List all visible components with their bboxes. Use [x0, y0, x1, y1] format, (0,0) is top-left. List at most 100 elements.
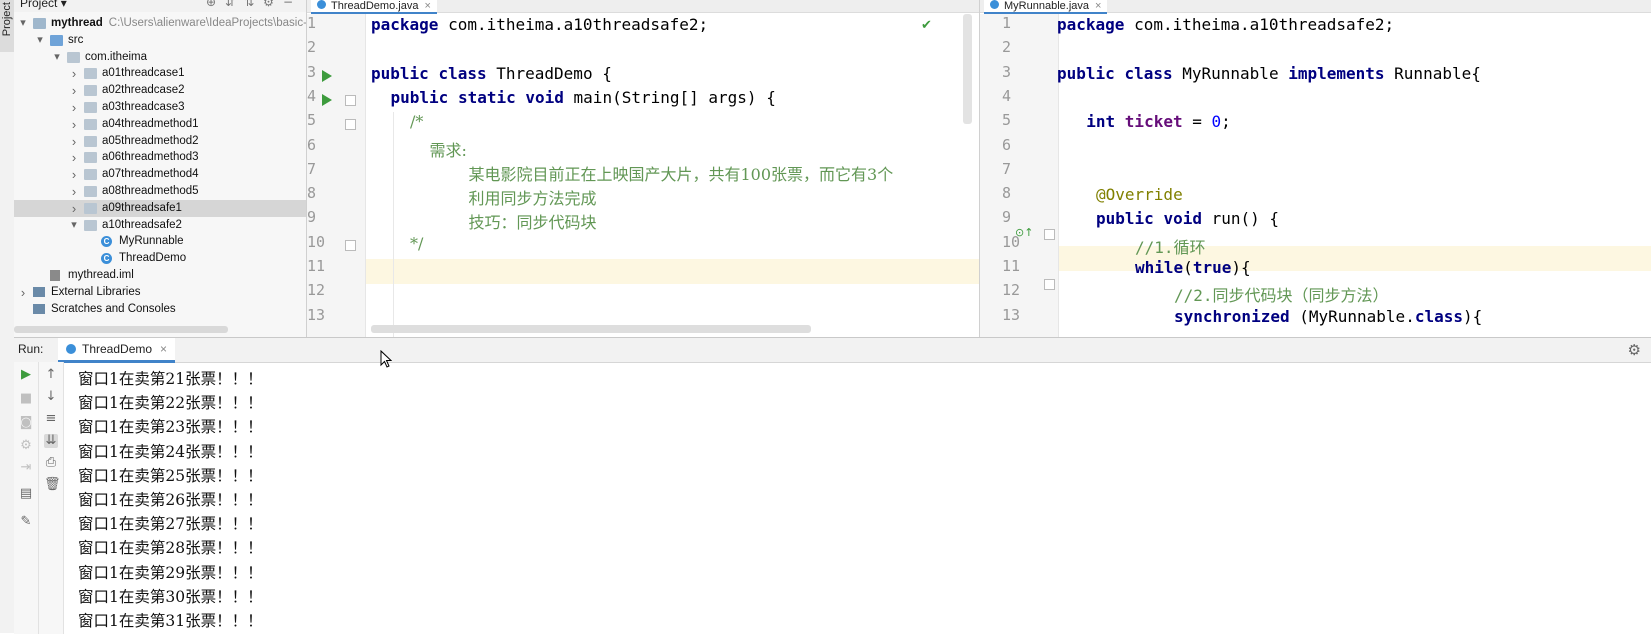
debug-icon[interactable]: ⚙ — [19, 439, 33, 453]
console-output[interactable]: 窗口1在卖第21张票！！！ 窗口1在卖第22张票！！！ 窗口1在卖第23张票！！！ 窗… — [64, 362, 1644, 634]
tree-item[interactable]: › a08threadmethod5 — [14, 183, 306, 200]
tree-item[interactable]: › External Libraries — [14, 284, 306, 301]
line-number: 2 — [307, 38, 317, 57]
rerun-icon[interactable]: ▶ — [19, 368, 33, 382]
project-horizontal-scrollbar[interactable] — [14, 326, 228, 333]
project-tool-window-tab[interactable]: Project — [0, 0, 14, 52]
code-line[interactable]: */ — [410, 234, 423, 253]
hide-icon[interactable]: − — [283, 0, 302, 9]
code-line[interactable]: public void run() { — [1096, 209, 1279, 228]
tree-item[interactable]: › a03threadcase3 — [14, 99, 306, 116]
code-line[interactable]: package com.itheima.a10threadsafe2; — [371, 15, 708, 34]
run-tab-threaddemo[interactable]: ThreadDemo × — [58, 338, 176, 363]
tree-item[interactable]: › a07threadmethod4 — [14, 166, 306, 183]
tree-item[interactable]: › a05threadmethod2 — [14, 133, 306, 150]
close-icon[interactable]: × — [160, 342, 167, 356]
console-line: 窗口1在卖第28张票！！！ — [78, 539, 263, 558]
chevron-right-icon[interactable]: › — [69, 116, 79, 133]
run-main-icon[interactable] — [322, 94, 332, 106]
tree-item[interactable]: › a09threadsafe1 — [14, 199, 306, 217]
inspection-ok-icon[interactable]: ✔ — [921, 18, 932, 33]
chevron-right-icon[interactable]: › — [69, 183, 79, 200]
arrow-up-icon[interactable]: ↑ — [44, 368, 58, 382]
tree-item[interactable]: C MyRunnable — [14, 233, 306, 250]
chevron-down-icon[interactable]: ▾ — [69, 217, 79, 234]
tree-item[interactable]: mythread.iml — [14, 267, 306, 284]
chevron-down-icon[interactable]: ▾ — [52, 49, 62, 66]
tree-item[interactable]: C ThreadDemo — [14, 250, 306, 267]
chevron-right-icon[interactable]: › — [69, 149, 79, 166]
tree-item[interactable]: › a01threadcase1 — [14, 65, 306, 82]
fold-marker[interactable] — [1044, 279, 1055, 290]
exit-icon[interactable]: ⇥ — [19, 461, 33, 475]
run-class-icon[interactable] — [322, 70, 332, 82]
camera-icon[interactable]: ◙ — [19, 416, 33, 430]
gear-icon[interactable]: ⚙ — [263, 0, 283, 9]
tree-item[interactable]: ▾ src — [14, 32, 306, 49]
editor-myrunnable[interactable]: MyRunnable.java × 1 2 3 4 5 6 7 8 9 10 11 12 13 ⊙↑ pa… — [980, 0, 1651, 337]
tree-item[interactable]: › a06threadmethod3 — [14, 149, 306, 166]
code-line[interactable]: @Override — [1096, 185, 1183, 204]
project-header-icons: ⊕⇵⇅⚙− — [206, 0, 302, 9]
fold-marker[interactable] — [345, 119, 356, 130]
scroll-to-end-icon[interactable]: ⇊ — [44, 434, 58, 448]
tree-item[interactable]: ▾ com.itheima — [14, 49, 306, 66]
code-line[interactable]: 技巧：同步代码块 — [469, 209, 597, 233]
implements-method-icon[interactable]: ⊙↑ — [1015, 226, 1033, 239]
tree-item[interactable]: ▾ a10threadsafe2 — [14, 217, 306, 234]
chevron-right-icon[interactable]: › — [69, 166, 79, 183]
code-line[interactable]: 利用同步方法完成 — [469, 185, 597, 209]
chevron-right-icon[interactable]: › — [69, 65, 79, 82]
code-line[interactable]: public class ThreadDemo { — [371, 64, 612, 83]
stop-icon[interactable]: ■ — [19, 392, 33, 406]
tree-item[interactable]: › a02threadcase2 — [14, 82, 306, 99]
code-line[interactable]: 需求: — [430, 137, 467, 161]
gear-icon[interactable]: ⚙ — [1628, 341, 1641, 359]
console-line: 窗口1在卖第21张票！！！ — [78, 370, 263, 388]
editor-threaddemo[interactable]: ThreadDemo.java × 1 2 3 4 5 6 7 8 9 10 11 12 13 packa… — [307, 0, 980, 337]
layout-icon[interactable]: ▤ — [19, 487, 33, 501]
fold-marker[interactable] — [345, 240, 356, 251]
tree-item[interactable]: › a04threadmethod1 — [14, 116, 306, 133]
chevron-down-icon[interactable]: ▾ — [35, 32, 45, 49]
code-line[interactable]: package com.itheima.a10threadsafe2; — [1057, 15, 1394, 34]
code-line[interactable]: while(true){ — [1135, 258, 1251, 277]
tab-myrunnable-java[interactable]: MyRunnable.java × — [984, 0, 1108, 14]
editor-left-horizontal-scrollbar[interactable] — [371, 325, 811, 333]
chevron-down-icon[interactable]: ▾ — [18, 15, 28, 32]
editor-left-vertical-scrollbar[interactable] — [963, 14, 972, 124]
project-view-selector[interactable]: Project ▾ — [20, 0, 67, 10]
tree-item[interactable]: Scratches and Consoles — [14, 301, 306, 318]
code-line[interactable]: //2.同步代码块（同步方法） — [1174, 282, 1389, 306]
code-line[interactable]: //1.循环 — [1135, 234, 1206, 258]
close-icon[interactable]: × — [424, 0, 430, 12]
fold-marker[interactable] — [1044, 229, 1055, 240]
package-icon — [84, 219, 97, 231]
chevron-right-icon[interactable]: › — [69, 99, 79, 116]
arrow-down-icon[interactable]: ↓ — [44, 390, 58, 404]
chevron-right-icon[interactable]: › — [69, 200, 79, 217]
code-line[interactable]: /* — [410, 112, 423, 131]
chevron-right-icon[interactable]: › — [69, 82, 79, 99]
code-line[interactable]: int ticket = 0; — [1086, 112, 1231, 131]
pin-icon[interactable]: ✎ — [19, 515, 33, 529]
tree-item[interactable]: ▾ mythread C:\Users\alienware\IdeaProjects… — [14, 15, 306, 32]
chevron-right-icon[interactable]: › — [18, 284, 28, 301]
tab-threaddemo-java[interactable]: ThreadDemo.java × — [311, 0, 437, 14]
expand-all-icon[interactable]: ⇵ — [225, 0, 244, 9]
soft-wrap-icon[interactable]: ≡ — [44, 412, 58, 426]
collapse-all-icon[interactable]: ⇅ — [244, 0, 263, 9]
line-number: 9 — [307, 208, 317, 227]
code-line[interactable]: 某电影院目前正在上映国产大片，共有100张票，而它有3个 — [469, 161, 894, 185]
code-line[interactable]: public class MyRunnable implements Runna… — [1057, 64, 1481, 83]
close-icon[interactable]: × — [1095, 0, 1101, 12]
chevron-right-icon[interactable]: › — [69, 133, 79, 150]
code-line[interactable]: synchronized (MyRunnable.class){ — [1174, 307, 1482, 326]
trash-icon[interactable]: 🗑 — [44, 478, 61, 492]
fold-marker[interactable] — [345, 95, 356, 106]
print-icon[interactable]: ⎙ — [44, 456, 58, 470]
locate-icon[interactable]: ⊕ — [206, 0, 225, 9]
class-icon — [990, 0, 999, 9]
tree-item-name: ThreadDemo — [119, 252, 187, 265]
code-line[interactable]: public static void main(String[] args) { — [391, 88, 776, 107]
